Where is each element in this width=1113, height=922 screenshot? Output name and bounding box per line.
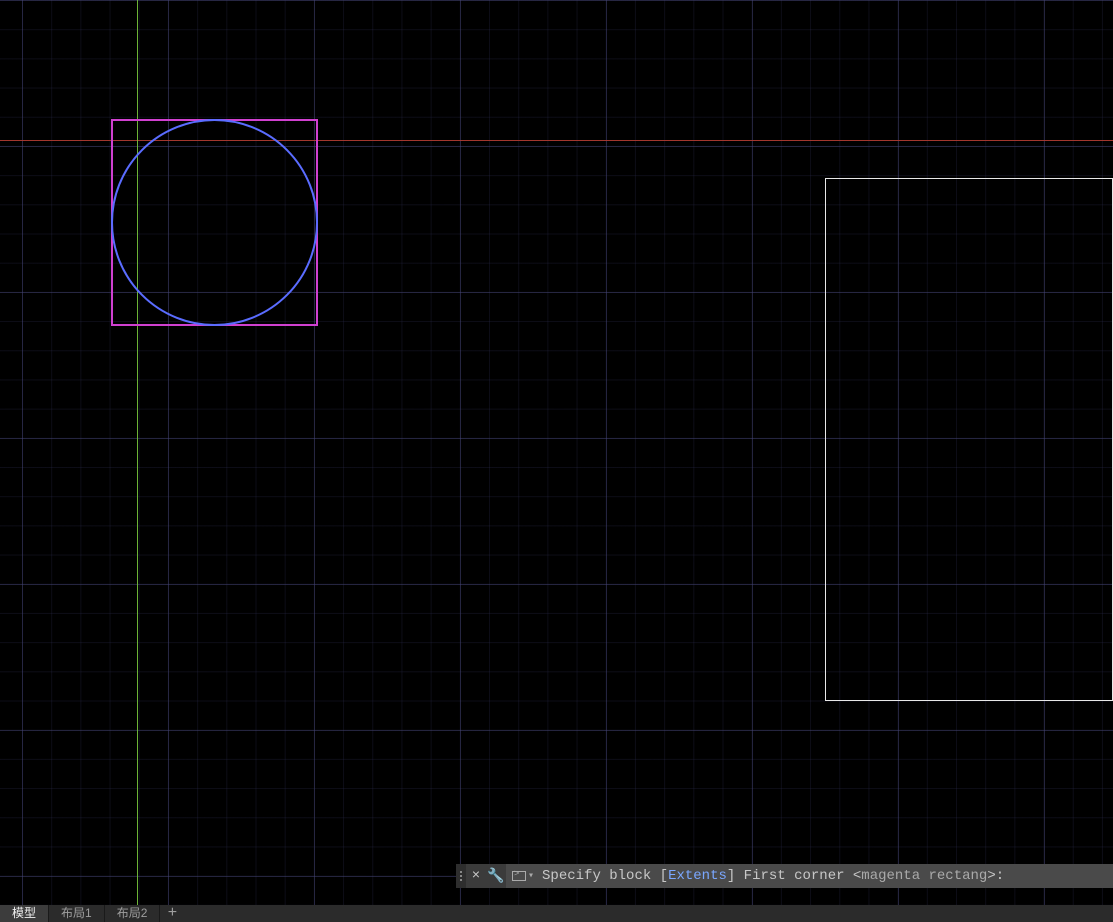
blue-circle[interactable]	[111, 119, 318, 326]
command-prompt-text-mid: ] First corner <	[727, 868, 861, 884]
command-prompt-text-pre: Specify block [	[542, 868, 668, 884]
layout-tab-2[interactable]: 布局2	[105, 905, 161, 922]
terminal-icon	[512, 871, 526, 881]
layout-tabs: 模型布局1布局2+	[0, 905, 1113, 922]
command-prompt-icon[interactable]: ▾	[506, 864, 538, 888]
chevron-down-icon: ▾	[528, 870, 534, 882]
command-option-extents[interactable]: Extents	[668, 868, 727, 884]
white-rectangle[interactable]	[825, 178, 1113, 701]
command-default-value: magenta rectang	[861, 868, 987, 884]
command-line-bar: × 🔧 ▾ Specify block [Extents] First corn…	[456, 864, 1113, 888]
command-line-grip[interactable]	[456, 864, 466, 888]
drawing-viewport[interactable]: × 🔧 ▾ Specify block [Extents] First corn…	[0, 0, 1113, 905]
command-line-input[interactable]: Specify block [Extents] First corner <ma…	[538, 864, 1113, 888]
layout-tab-0[interactable]: 模型	[0, 905, 49, 922]
close-icon[interactable]: ×	[466, 868, 486, 884]
wrench-icon[interactable]: 🔧	[486, 868, 506, 885]
layout-tab-1[interactable]: 布局1	[49, 905, 105, 922]
add-layout-tab[interactable]: +	[160, 905, 184, 922]
command-prompt-text-post: >:	[987, 868, 1004, 884]
